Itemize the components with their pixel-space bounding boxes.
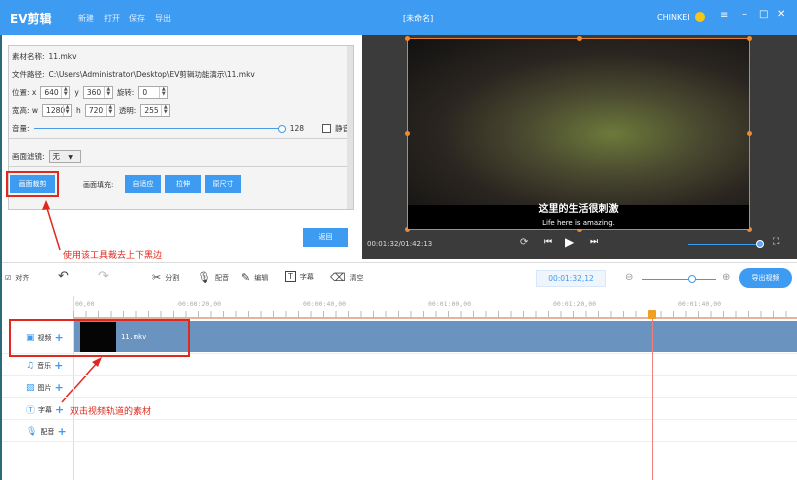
ruler-label: 00:01:40,00 (678, 300, 722, 308)
clip-highlight-box (9, 319, 190, 357)
playhead-handle[interactable] (648, 310, 656, 319)
undo-icon[interactable]: ↶ (58, 269, 69, 284)
align-checkbox[interactable]: ☑ 对齐 (5, 273, 29, 283)
preview-time: 00:01:32/01:42:13 (367, 240, 433, 248)
ruler-label: 00:00:40,00 (303, 300, 347, 308)
image-icon: ▨ (26, 382, 35, 393)
previous-icon[interactable]: ⏮ (544, 237, 552, 247)
subtitle-label: 字幕 (299, 272, 314, 281)
edit-button[interactable]: ✎ 编辑 (241, 271, 268, 284)
arrow-head (42, 200, 50, 210)
track-label: 音乐 (37, 361, 52, 370)
timeline-ruler[interactable]: 00,00 00:00:20,00 00:00:40,00 00:01:00,0… (73, 296, 797, 319)
playhead-line (652, 318, 653, 480)
dub-button[interactable]: 🎙 配音 (197, 271, 229, 284)
add-icon[interactable]: + (55, 381, 64, 394)
timecode-display: 00:01:32,12 (536, 270, 606, 287)
ruler-label: 00:01:20,00 (553, 300, 597, 308)
export-video-button[interactable]: 导出视频 (739, 268, 792, 288)
mic-icon: 🎙 (26, 426, 38, 437)
zoom-out-icon[interactable]: ⊖ (625, 272, 633, 283)
arrow-line (45, 204, 61, 251)
track-hint-annotation: 双击视频轨道的素材 (70, 407, 152, 417)
ruler-label: 00:01:00,00 (428, 300, 472, 308)
track-dub: 🎙 配音 + (0, 420, 797, 442)
slider-handle[interactable] (756, 240, 764, 248)
crop-hint-annotation: 使用该工具裁去上下黑边 (63, 251, 163, 261)
track-label: 图片 (37, 383, 52, 392)
pencil-icon: ✎ (241, 271, 251, 284)
track-image: ▨ 图片 + (0, 376, 797, 398)
redo-icon[interactable]: ↷ (98, 269, 109, 284)
zoom-in-icon[interactable]: ⊕ (722, 272, 730, 283)
music-icon: ♫ (26, 360, 35, 371)
preview-volume-slider[interactable] (688, 244, 760, 245)
clear-label: 清空 (349, 273, 364, 282)
edit-label: 编辑 (254, 273, 269, 282)
scissors-icon: ✂ (152, 271, 162, 284)
slider-handle[interactable] (688, 275, 696, 283)
replay-icon[interactable]: ⟳ (520, 237, 528, 248)
subtitle-cn: 这里的生活很刺激 (538, 204, 619, 215)
zoom-slider[interactable] (642, 279, 716, 280)
split-button[interactable]: ✂ 分割 (152, 271, 179, 284)
ruler-ticks (73, 311, 797, 317)
play-icon[interactable]: ▶ (565, 235, 574, 249)
fullscreen-icon[interactable]: ⛶ (773, 237, 779, 247)
preview-panel: 这里的生活很刺激 Life here is amazing. 00:01:32/… (362, 35, 797, 259)
dub-label: 配音 (214, 273, 229, 282)
add-icon[interactable]: + (55, 403, 64, 416)
clear-button[interactable]: ⌫ 清空 (330, 271, 364, 284)
add-icon[interactable]: + (54, 359, 63, 372)
ruler-label: 00:00:20,00 (178, 300, 222, 308)
track-music: ♫ 音乐 + (0, 354, 797, 376)
text-icon: Ⓣ (26, 406, 36, 416)
next-icon[interactable]: ⏭ (590, 237, 598, 247)
track-label: 字幕 (38, 405, 53, 414)
video-frame: 这里的生活很刺激 Life here is amazing. (405, 36, 752, 232)
checkbox-icon: ☑ (5, 274, 12, 282)
text-icon: T (285, 271, 296, 282)
align-label: 对齐 (15, 274, 30, 282)
track-label: 配音 (40, 427, 55, 436)
subtitle-en: Life here is amazing. (542, 219, 615, 227)
subtitle-button[interactable]: T 字幕 (285, 271, 314, 282)
split-label: 分割 (165, 273, 180, 282)
mic-icon: 🎙 (197, 271, 211, 284)
eraser-icon: ⌫ (330, 271, 346, 284)
add-icon[interactable]: + (57, 425, 66, 438)
timeline-toolbar: ☑ 对齐 ↶ ↷ ✂ 分割 🎙 配音 ✎ 编辑 T 字幕 ⌫ 清空 00:01:32,12 … (0, 262, 797, 295)
ruler-label: 00,00 (75, 300, 95, 308)
window-edge (0, 35, 2, 480)
